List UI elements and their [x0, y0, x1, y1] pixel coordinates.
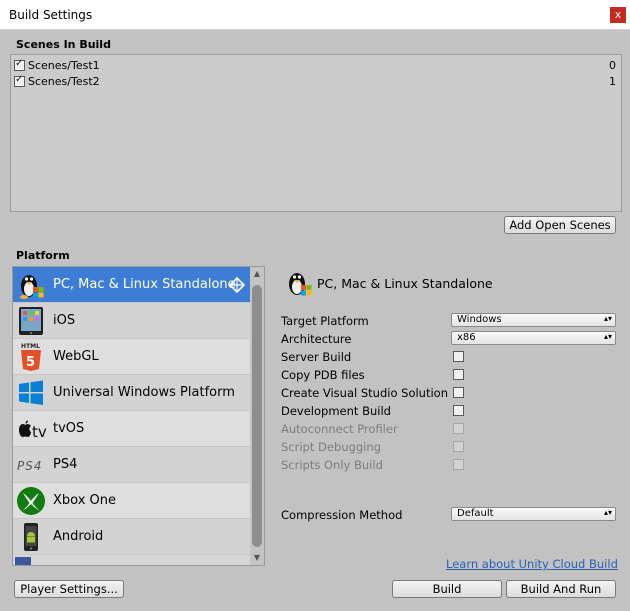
compression-method-row: Compression Method Default ▴▾ — [281, 506, 621, 524]
windows-icon — [16, 378, 46, 408]
scroll-thumb[interactable] — [252, 285, 262, 547]
architecture-label: Architecture — [281, 332, 352, 346]
compression-method-label: Compression Method — [281, 508, 403, 522]
scripts-only-build-row: Scripts Only Build — [281, 456, 621, 474]
target-platform-dropdown[interactable]: Windows ▴▾ — [451, 313, 616, 327]
dropdown-arrows-icon: ▴▾ — [603, 314, 612, 323]
android-icon — [16, 522, 46, 552]
compression-method-dropdown[interactable]: Default ▴▾ — [451, 507, 616, 521]
create-vs-solution-checkbox[interactable] — [453, 387, 464, 398]
add-open-scenes-button[interactable]: Add Open Scenes — [504, 216, 616, 234]
window-titlebar: Build Settings x — [0, 0, 630, 30]
linux-penguin-icon — [284, 268, 314, 298]
platform-item-ps4[interactable]: PS4 PS4 — [13, 447, 250, 483]
architecture-value: x86 — [457, 332, 476, 343]
platform-label: PS4 — [53, 457, 78, 472]
target-platform-row: Target Platform Windows ▴▾ — [281, 312, 621, 330]
scripts-only-build-label: Scripts Only Build — [281, 458, 383, 472]
script-debugging-row: Script Debugging — [281, 438, 621, 456]
target-platform-label: Target Platform — [281, 314, 369, 328]
script-debugging-label: Script Debugging — [281, 440, 381, 454]
platform-item-tvos[interactable]: tv tvOS — [13, 411, 250, 447]
platform-list: PC, Mac & Linux Standalone iOS HTML 5 We… — [12, 266, 265, 566]
scenes-in-build-title: Scenes In Build — [16, 38, 111, 51]
platform-item-uwp[interactable]: Universal Windows Platform — [13, 375, 250, 411]
platform-title: Platform — [16, 249, 70, 262]
platform-settings-header: PC, Mac & Linux Standalone — [281, 266, 621, 302]
unity-logo-icon — [228, 276, 246, 294]
development-build-label: Development Build — [281, 404, 391, 418]
autoconnect-profiler-label: Autoconnect Profiler — [281, 422, 398, 436]
svg-text:tv: tv — [32, 423, 47, 441]
dropdown-arrows-icon: ▴▾ — [603, 508, 612, 517]
platform-settings-title: PC, Mac & Linux Standalone — [317, 276, 493, 291]
scene-include-checkbox[interactable] — [14, 74, 25, 87]
platform-item-android[interactable]: Android — [13, 519, 250, 555]
target-platform-value: Windows — [457, 314, 502, 325]
platform-item-standalone[interactable]: PC, Mac & Linux Standalone — [13, 267, 250, 303]
architecture-dropdown[interactable]: x86 ▴▾ — [451, 331, 616, 345]
server-build-label: Server Build — [281, 350, 352, 364]
copy-pdb-row: Copy PDB files — [281, 366, 621, 384]
scene-name: Scenes/Test1 — [28, 59, 100, 72]
scene-include-checkbox[interactable] — [14, 58, 25, 71]
platform-item-webgl[interactable]: HTML 5 WebGL — [13, 339, 250, 375]
scene-index: 0 — [609, 59, 616, 72]
dropdown-arrows-icon: ▴▾ — [603, 332, 612, 341]
scroll-up-icon[interactable]: ▲ — [252, 269, 262, 279]
build-button[interactable]: Build — [392, 580, 502, 598]
scripts-only-build-checkbox — [453, 459, 464, 470]
unity-cloud-build-link[interactable]: Learn about Unity Cloud Build — [446, 557, 618, 571]
platform-label: PC, Mac & Linux Standalone — [53, 277, 236, 292]
architecture-row: Architecture x86 ▴▾ — [281, 330, 621, 348]
close-button[interactable]: x — [610, 7, 626, 23]
scenes-list: Scenes/Test1 0 Scenes/Test2 1 — [10, 54, 622, 212]
svg-text:HTML: HTML — [21, 343, 40, 350]
development-build-row: Development Build — [281, 402, 621, 420]
html5-icon: HTML 5 — [16, 342, 46, 372]
partial-platform-item — [15, 557, 31, 565]
compression-method-value: Default — [457, 508, 494, 519]
autoconnect-profiler-row: Autoconnect Profiler — [281, 420, 621, 438]
autoconnect-profiler-checkbox — [453, 423, 464, 434]
platform-label: iOS — [53, 313, 76, 328]
window-title: Build Settings — [9, 8, 93, 22]
build-and-run-button[interactable]: Build And Run — [506, 580, 616, 598]
create-vs-solution-row: Create Visual Studio Solution — [281, 384, 621, 402]
copy-pdb-label: Copy PDB files — [281, 368, 365, 382]
create-vs-solution-label: Create Visual Studio Solution — [281, 386, 448, 400]
script-debugging-checkbox — [453, 441, 464, 452]
platform-label: Universal Windows Platform — [53, 385, 235, 400]
scene-index: 1 — [609, 75, 616, 88]
server-build-row: Server Build — [281, 348, 621, 366]
copy-pdb-checkbox[interactable] — [453, 369, 464, 380]
scene-name: Scenes/Test2 — [28, 75, 100, 88]
ipad-icon — [16, 306, 46, 336]
linux-penguin-icon — [16, 270, 46, 300]
platform-item-ios[interactable]: iOS — [13, 303, 250, 339]
platform-list-scrollbar[interactable]: ▲ ▼ — [250, 267, 264, 565]
server-build-checkbox[interactable] — [453, 351, 464, 362]
platform-label: tvOS — [53, 421, 85, 436]
player-settings-button[interactable]: Player Settings... — [14, 580, 124, 598]
xbox-icon — [16, 486, 46, 516]
ps4-icon: PS4 — [16, 450, 46, 480]
platform-label: Android — [53, 529, 104, 544]
platform-label: WebGL — [53, 349, 99, 364]
development-build-checkbox[interactable] — [453, 405, 464, 416]
svg-text:5: 5 — [26, 355, 35, 370]
apple-tv-icon: tv — [16, 414, 47, 444]
scene-row[interactable]: Scenes/Test1 0 — [11, 58, 621, 74]
platform-label: Xbox One — [53, 493, 117, 508]
scroll-down-icon[interactable]: ▼ — [252, 553, 262, 563]
platform-item-xbox-one[interactable]: Xbox One — [13, 483, 250, 519]
scene-row[interactable]: Scenes/Test2 1 — [11, 74, 621, 90]
svg-text:PS4: PS4 — [17, 459, 43, 473]
